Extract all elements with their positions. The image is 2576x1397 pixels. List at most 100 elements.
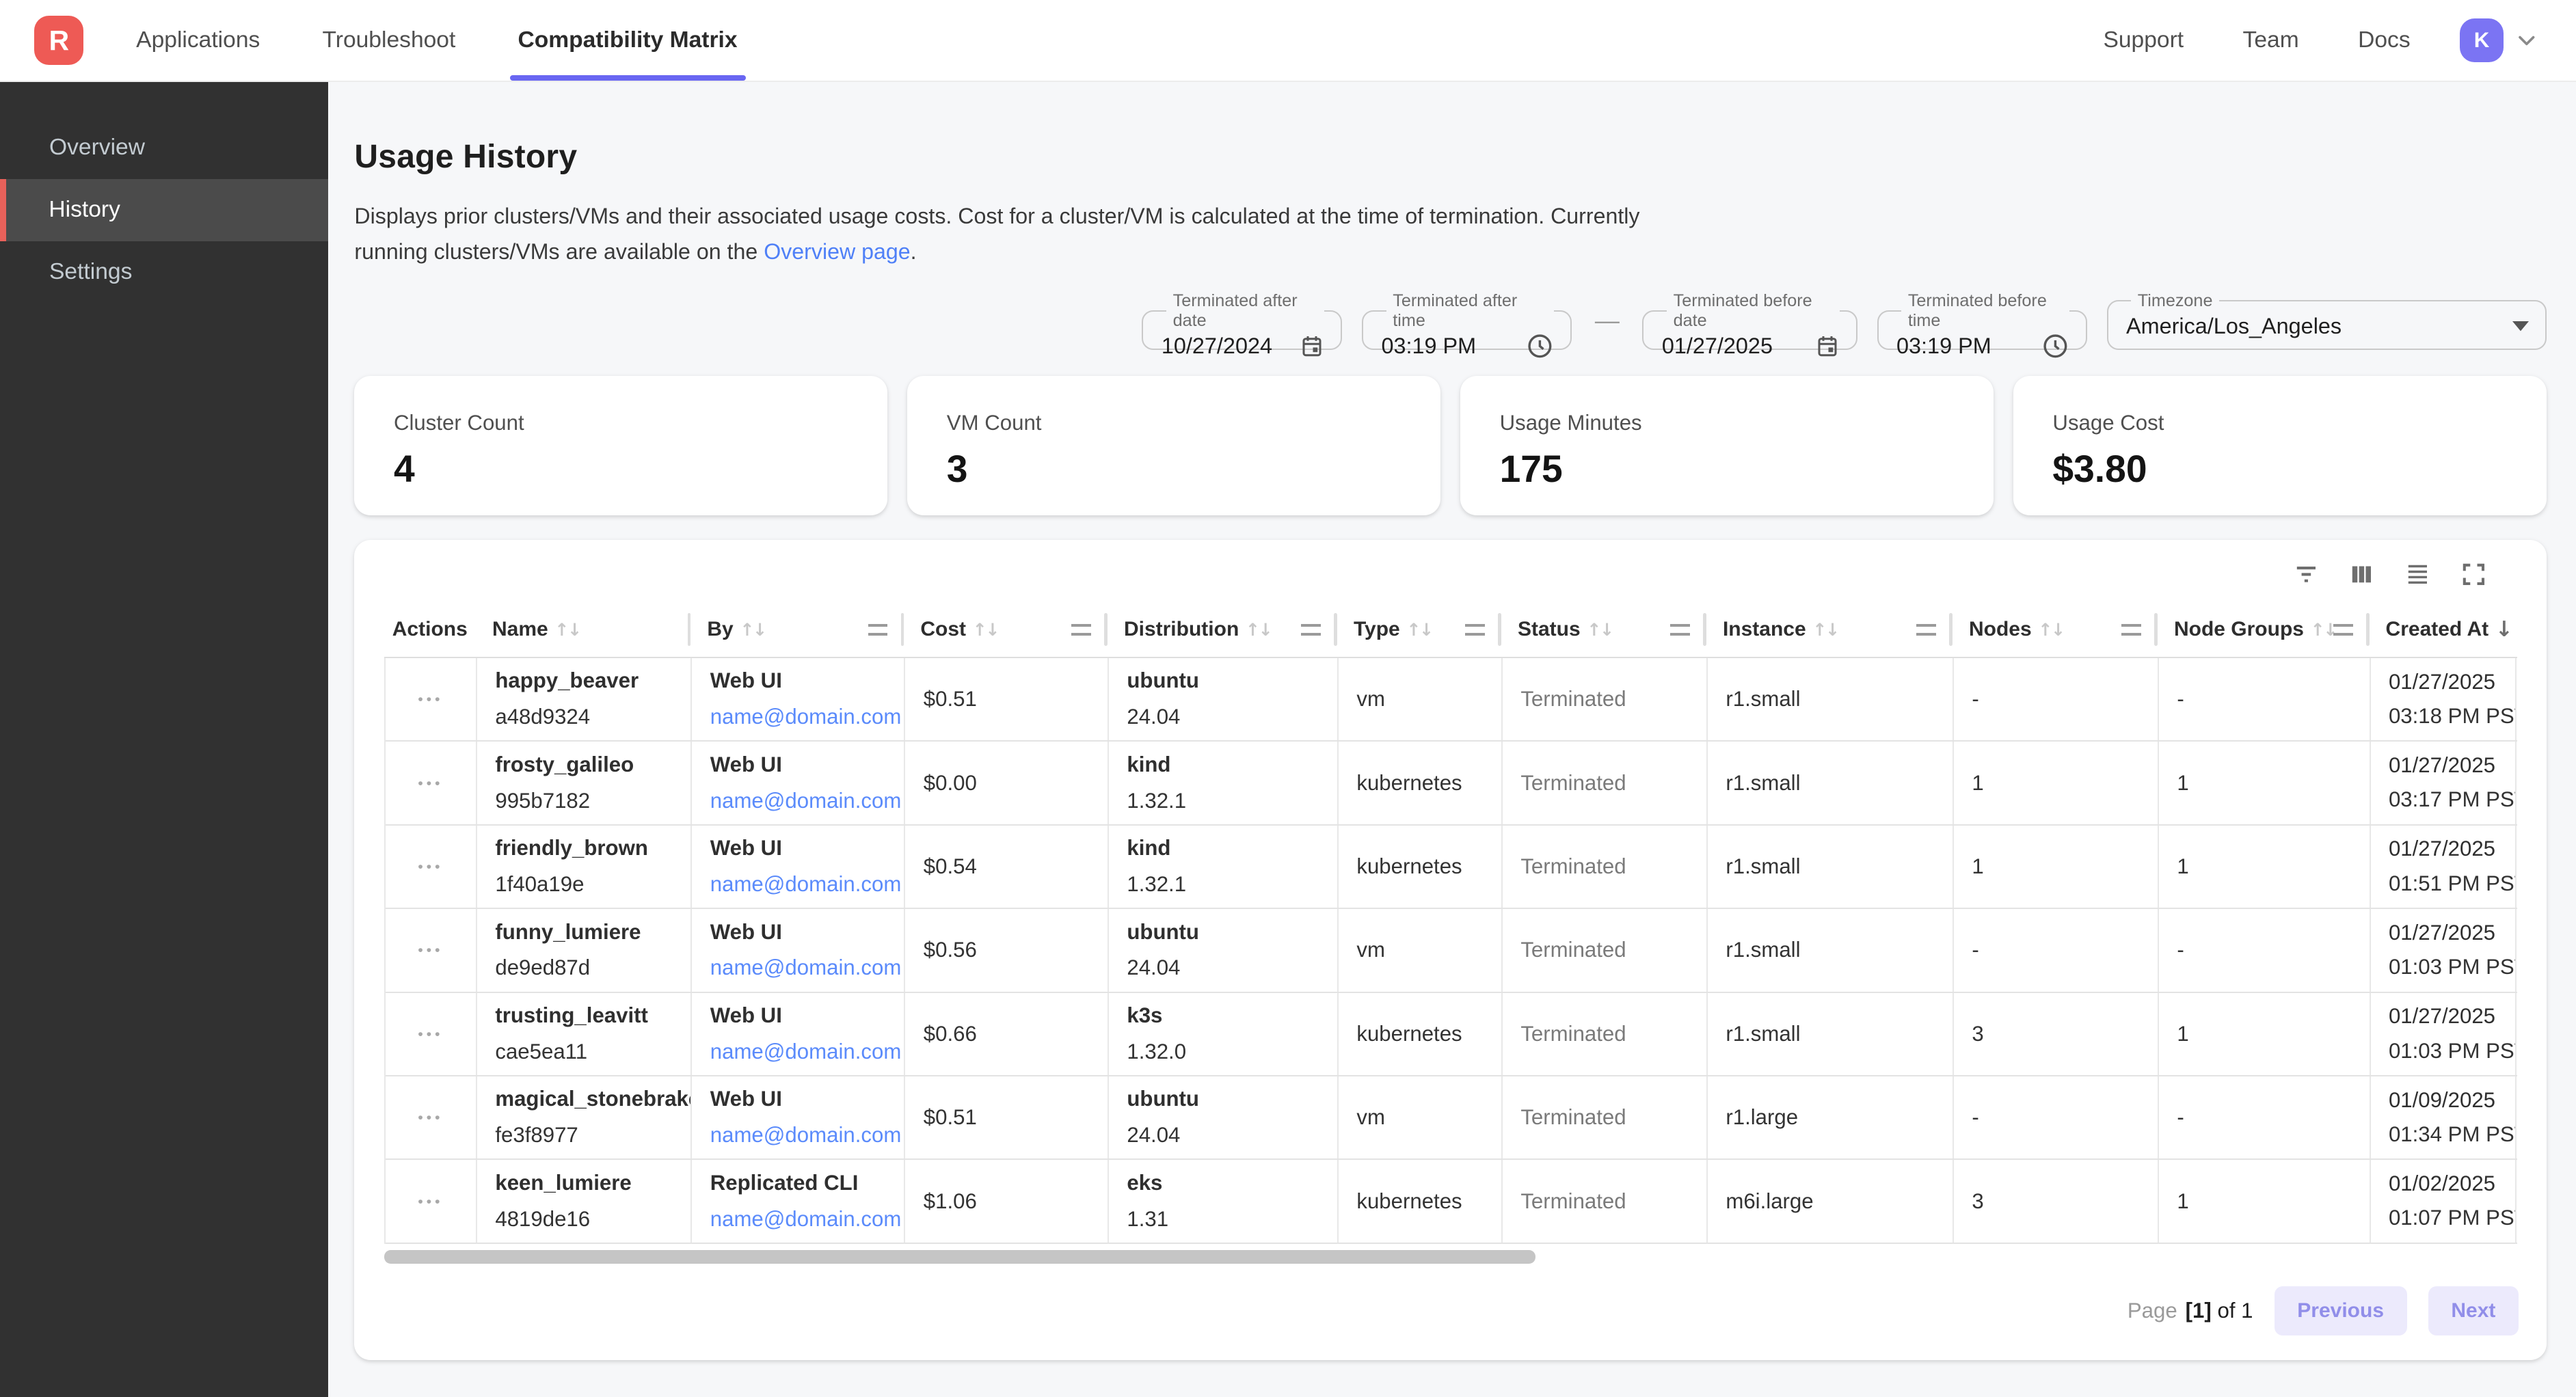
previous-page-button[interactable]: Previous — [2275, 1286, 2407, 1335]
nodes-text: 3 — [1972, 1022, 2147, 1046]
email-link[interactable]: name@domain.com — [710, 1123, 902, 1147]
sidebar-item-history[interactable]: History — [0, 179, 328, 241]
cell-node_groups: - — [2159, 909, 2371, 991]
next-page-button[interactable]: Next — [2428, 1286, 2519, 1335]
filter-field-terminated-after-date[interactable]: Terminated after date10/27/2024 — [1142, 291, 1342, 350]
column-menu-icon[interactable] — [868, 624, 888, 636]
cell-type: kubernetes — [1339, 826, 1503, 908]
cell-type: kubernetes — [1339, 993, 1503, 1075]
nav-tab-troubleshoot[interactable]: Troubleshoot — [321, 0, 457, 81]
clock-icon[interactable] — [1526, 332, 1554, 360]
created-date: 01/27/2025 — [2389, 668, 2506, 696]
filter-field-terminated-after-time[interactable]: Terminated after time03:19 PM — [1362, 291, 1572, 350]
scrollbar-thumb[interactable] — [384, 1250, 1536, 1263]
email-link[interactable]: name@domain.com — [710, 705, 902, 729]
column-header-status[interactable]: Status↑↓ — [1501, 603, 1706, 657]
user-avatar[interactable]: K — [2460, 18, 2504, 63]
page-label: Page — [2128, 1299, 2177, 1323]
node_groups-text: 1 — [2177, 1022, 2359, 1046]
column-menu-icon[interactable] — [2333, 624, 2353, 636]
column-menu-icon[interactable] — [1071, 624, 1091, 636]
filter-field-terminated-before-date[interactable]: Terminated before date01/27/2025 — [1642, 291, 1857, 350]
column-header-name[interactable]: Name↑↓ — [476, 603, 690, 657]
calendar-icon[interactable] — [1815, 333, 1840, 359]
column-menu-icon[interactable] — [1465, 624, 1485, 636]
sidebar-item-settings[interactable]: Settings — [0, 241, 328, 303]
email-link[interactable]: name@domain.com — [710, 1040, 902, 1063]
nodes-text: 3 — [1972, 1189, 2147, 1214]
nav-link-docs[interactable]: Docs — [2358, 27, 2411, 53]
column-header-cost[interactable]: Cost↑↓ — [904, 603, 1108, 657]
columns-icon[interactable] — [2348, 560, 2376, 588]
row-actions-icon[interactable]: ••• — [418, 1193, 443, 1210]
nav-link-team[interactable]: Team — [2243, 27, 2299, 53]
cell-name: friendly_brown1f40a19e — [477, 826, 692, 908]
by-text: Web UI — [710, 667, 894, 695]
row-actions-icon[interactable]: ••• — [418, 690, 443, 708]
nav-tab-compatibility-matrix[interactable]: Compatibility Matrix — [516, 0, 739, 81]
replicated-logo[interactable]: R — [34, 16, 83, 65]
row-actions-icon[interactable]: ••• — [418, 1025, 443, 1043]
email-link[interactable]: name@domain.com — [710, 872, 902, 896]
range-dash: — — [1595, 306, 1620, 335]
id-text: cae5ea11 — [495, 1038, 681, 1066]
row-actions-icon[interactable]: ••• — [418, 1109, 443, 1126]
nav-right: Support Team Docs K — [2044, 0, 2576, 81]
density-icon[interactable] — [2404, 560, 2432, 588]
data-grid: ActionsName↑↓By↑↓Cost↑↓Distribution↑↓Typ… — [384, 603, 2517, 1244]
calendar-icon[interactable] — [1300, 333, 1324, 359]
nav-links: Support Team Docs — [2044, 27, 2411, 53]
column-header-nodes[interactable]: Nodes↑↓ — [1953, 603, 2158, 657]
column-label: Status — [1518, 618, 1581, 641]
fullscreen-icon[interactable] — [2460, 560, 2488, 588]
cell-distribution: ubuntu24.04 — [1109, 909, 1339, 991]
status-text: Terminated — [1520, 687, 1696, 711]
filter-icon[interactable] — [2292, 560, 2320, 588]
stat-label: Usage Cost — [2052, 411, 2507, 435]
node_groups-text: 1 — [2177, 1189, 2359, 1214]
row-actions-icon[interactable]: ••• — [418, 941, 443, 959]
distribution-text: ubuntu — [1127, 1085, 1327, 1113]
nav-link-support[interactable]: Support — [2103, 27, 2184, 53]
cell-nodes: 1 — [1954, 742, 2159, 824]
by-text: Web UI — [710, 835, 894, 863]
version-text: 24.04 — [1127, 703, 1327, 731]
table-row: •••trusting_leavittcae5ea11Web UIname@do… — [386, 993, 2517, 1076]
email-link[interactable]: name@domain.com — [710, 1207, 902, 1231]
column-menu-icon[interactable] — [1670, 624, 1690, 636]
column-header-node-groups[interactable]: Node Groups↑↓ — [2158, 603, 2370, 657]
chevron-down-icon[interactable] — [2515, 29, 2538, 52]
column-menu-icon[interactable] — [1916, 624, 1936, 636]
cell-name: trusting_leavittcae5ea11 — [477, 993, 692, 1075]
filter-field-timezone[interactable]: TimezoneAmerica/Los_Angeles — [2107, 291, 2547, 350]
status-text: Terminated — [1520, 854, 1696, 879]
cost-text: $0.51 — [924, 687, 1098, 711]
filter-field-terminated-before-time[interactable]: Terminated before time03:19 PM — [1877, 291, 2087, 350]
sort-desc-icon: ↓ — [2495, 617, 2513, 642]
cell-instance: r1.small — [1708, 658, 1954, 740]
sidebar: OverviewHistorySettings — [0, 82, 328, 1397]
row-actions-icon[interactable]: ••• — [418, 858, 443, 876]
email-link[interactable]: name@domain.com — [710, 955, 902, 979]
column-header-distribution[interactable]: Distribution↑↓ — [1108, 603, 1337, 657]
node_groups-text: - — [2177, 1105, 2359, 1130]
cell-type: kubernetes — [1339, 1160, 1503, 1242]
column-label: Created At — [2386, 618, 2489, 641]
table-row: •••funny_lumierede9ed87dWeb UIname@domai… — [386, 909, 2517, 992]
column-header-type[interactable]: Type↑↓ — [1337, 603, 1501, 657]
sidebar-item-overview[interactable]: Overview — [0, 116, 328, 178]
row-actions-icon[interactable]: ••• — [418, 774, 443, 792]
email-link[interactable]: name@domain.com — [710, 789, 902, 813]
column-menu-icon[interactable] — [2121, 624, 2141, 636]
overview-page-link[interactable]: Overview page — [764, 239, 910, 264]
column-header-actions[interactable]: Actions — [384, 603, 476, 657]
column-menu-icon[interactable] — [1301, 624, 1321, 636]
horizontal-scrollbar — [384, 1250, 2517, 1263]
column-header-instance[interactable]: Instance↑↓ — [1706, 603, 1953, 657]
column-header-created-at[interactable]: Created At ↓ — [2370, 603, 2516, 657]
nav-tab-applications[interactable]: Applications — [135, 0, 262, 81]
column-header-by[interactable]: By↑↓ — [690, 603, 904, 657]
clock-icon[interactable] — [2041, 332, 2069, 360]
caret-icon[interactable] — [2512, 321, 2529, 331]
cell-type: vm — [1339, 1076, 1503, 1158]
